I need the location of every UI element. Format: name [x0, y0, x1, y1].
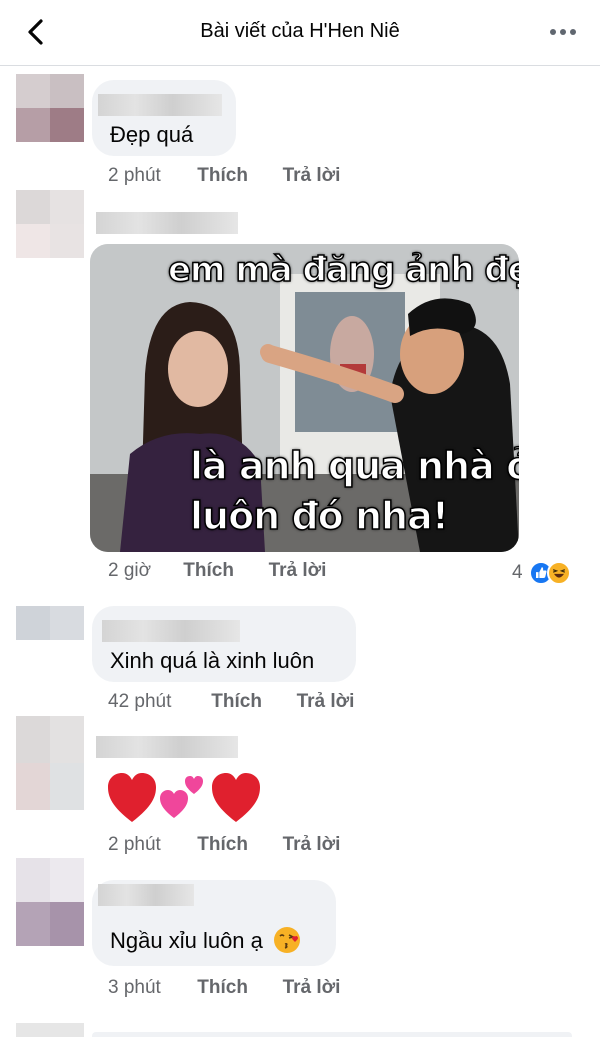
reply-button[interactable]: Trả lời	[269, 560, 327, 582]
avatar[interactable]	[16, 74, 84, 142]
comment-time: 3 phút	[108, 977, 161, 998]
kissing-face-icon	[274, 927, 301, 953]
reply-button[interactable]: Trả lời	[283, 977, 341, 999]
page-title: Bài viết của H'Hen Niê	[200, 20, 400, 42]
like-button[interactable]: Thích	[197, 977, 277, 999]
commenter-name-blurred[interactable]	[98, 94, 222, 116]
comment-text: Ngầu xỉu luôn ạ	[110, 926, 301, 954]
comment-bubble: Xinh quá là xinh luôn	[92, 606, 356, 682]
post-header: Bài viết của H'Hen Niê	[0, 0, 600, 66]
reply-button[interactable]: Trả lời	[283, 834, 341, 856]
red-heart-icon	[108, 773, 156, 822]
reply-button[interactable]: Trả lời	[297, 691, 355, 713]
comment-meta: 2 phút Thích Trả lời	[108, 834, 340, 856]
comment-time: 2 phút	[108, 165, 161, 186]
commenter-name-blurred[interactable]	[96, 736, 238, 758]
comment-meta: 3 phút Thích Trả lời	[108, 977, 340, 999]
comment-time: 2 giờ	[108, 560, 152, 581]
red-heart-icon	[212, 773, 260, 822]
emoji-group	[108, 773, 260, 822]
avatar[interactable]	[16, 858, 84, 946]
like-button[interactable]: Thích	[183, 560, 263, 582]
more-dots-icon[interactable]	[548, 22, 578, 42]
reply-button[interactable]: Trả lời	[283, 165, 341, 187]
meme-caption-top: em mà đăng ảnh đẹp nữa	[167, 249, 519, 291]
two-hearts-icon	[160, 776, 203, 818]
meme-caption-bottom: luôn đó nha!	[189, 493, 450, 539]
avatar[interactable]	[16, 716, 84, 810]
like-button[interactable]: Thích	[197, 834, 277, 856]
reaction-count: 4	[512, 562, 523, 583]
comment-text: Xinh quá là xinh luôn	[110, 648, 315, 673]
next-comment-partial	[0, 1020, 600, 1037]
commenter-name-blurred[interactable]	[102, 620, 240, 642]
commenter-name-blurred[interactable]	[98, 884, 194, 906]
commenter-name-blurred[interactable]	[96, 212, 238, 234]
comment-meta: 2 giờ Thích Trả lời	[108, 560, 326, 582]
comment-text: Đẹp quá	[110, 122, 194, 147]
meme-image[interactable]: em mà đăng ảnh đẹp nữa là anh qua nhà ở …	[90, 244, 519, 552]
comment-bubble: Đẹp quá	[92, 80, 236, 156]
haha-reaction-icon	[546, 561, 571, 585]
like-button[interactable]: Thích	[197, 165, 277, 187]
comment-time: 2 phút	[108, 834, 161, 855]
avatar[interactable]	[16, 572, 84, 640]
like-button[interactable]: Thích	[211, 691, 291, 713]
comment-meta: 2 phút Thích Trả lời	[108, 165, 340, 187]
avatar[interactable]	[16, 190, 84, 258]
meme-caption-bottom: là anh qua nhà ở	[189, 443, 519, 489]
comment-meta: 42 phút Thích Trả lời	[108, 691, 354, 713]
comment-time: 42 phút	[108, 691, 172, 712]
comment-bubble: Ngầu xỉu luôn ạ	[92, 880, 336, 966]
emoji-comment	[106, 772, 266, 826]
comment-text-content: Ngầu xỉu luôn ạ	[110, 928, 263, 953]
reaction-summary[interactable]: 4	[512, 560, 571, 586]
